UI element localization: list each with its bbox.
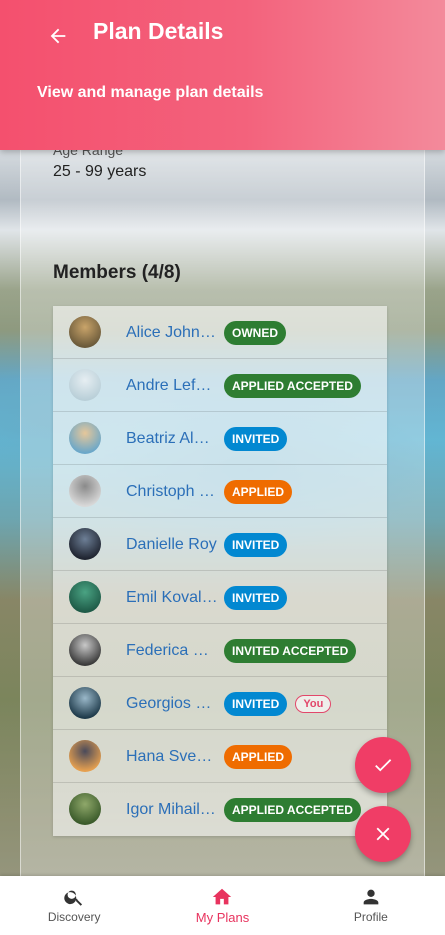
member-status-chips: APPLIED: [224, 465, 293, 518]
members-heading: Members (4/8): [53, 262, 181, 283]
arrow-back-icon: [50, 28, 66, 44]
member-name[interactable]: Alice John…: [126, 306, 218, 359]
avatar: [69, 316, 101, 348]
member-name[interactable]: Danielle Roy: [126, 518, 218, 571]
status-badge: APPLIED ACCEPTED: [224, 373, 361, 398]
member-status-chips: INVITED: [224, 412, 288, 465]
page-subtitle: View and manage plan details: [37, 84, 264, 101]
member-status-chips: INVITED ACCEPTED: [224, 624, 357, 677]
status-badge: INVITED: [224, 426, 288, 451]
member-name[interactable]: Emil Koval…: [126, 571, 218, 624]
nav-item-my-plans[interactable]: My Plans: [148, 876, 296, 935]
home-icon: [213, 888, 232, 905]
status-badge: INVITED: [224, 691, 288, 716]
status-badge: INVITED ACCEPTED: [224, 638, 357, 663]
member-row[interactable]: Hana Sven… APPLIED: [53, 730, 387, 783]
status-badge: OWNED: [224, 320, 286, 345]
member-name[interactable]: Igor Mihail…: [126, 783, 218, 836]
avatar: [69, 475, 101, 507]
member-row[interactable]: Emil Koval… INVITED: [53, 571, 387, 624]
member-row[interactable]: Federica R… INVITED ACCEPTED: [53, 624, 387, 677]
member-status-chips: INVITED: [224, 571, 288, 624]
member-row[interactable]: Alice John… OWNED: [53, 306, 387, 359]
member-row[interactable]: Igor Mihail… APPLIED ACCEPTED: [53, 783, 387, 836]
avatar: [69, 687, 101, 719]
person-icon: [363, 889, 379, 905]
app-header: Plan Details View and manage plan detail…: [0, 0, 445, 150]
member-status-chips: APPLIED: [224, 730, 293, 783]
status-badge: APPLIED: [224, 479, 293, 504]
status-badge: INVITED: [224, 532, 288, 557]
member-name[interactable]: Andre Lefe…: [126, 359, 218, 412]
member-row[interactable]: Danielle Roy INVITED: [53, 518, 387, 571]
member-name[interactable]: Christoph …: [126, 465, 218, 518]
status-badge: APPLIED: [224, 744, 293, 769]
member-row[interactable]: Andre Lefe… APPLIED ACCEPTED: [53, 359, 387, 412]
member-row[interactable]: Christoph … APPLIED: [53, 465, 387, 518]
accept-fab-button[interactable]: [355, 737, 411, 793]
avatar: [69, 634, 101, 666]
back-button[interactable]: [44, 22, 72, 50]
member-name[interactable]: Beatriz Al…: [126, 412, 218, 465]
member-status-chips: APPLIED ACCEPTED: [224, 783, 361, 836]
avatar: [69, 793, 101, 825]
search-icon: [64, 890, 83, 906]
member-name[interactable]: Hana Sven…: [126, 730, 218, 783]
avatar: [69, 528, 101, 560]
nav-item-discovery[interactable]: Discovery: [0, 876, 148, 935]
member-row[interactable]: Georgios … INVITED You: [53, 677, 387, 730]
avatar: [69, 581, 101, 613]
nav-label-discovery: Discovery: [47, 910, 101, 924]
member-status-chips: INVITED: [224, 518, 288, 571]
bottom-navigation: Discovery My Plans Profile: [0, 876, 445, 935]
member-status-chips: OWNED: [224, 306, 286, 359]
avatar: [69, 740, 101, 772]
check-icon: [375, 759, 392, 772]
status-badge: APPLIED ACCEPTED: [224, 797, 361, 822]
member-name[interactable]: Federica R…: [126, 624, 218, 677]
nav-label-profile: Profile: [353, 910, 388, 924]
page-title: Plan Details: [93, 18, 224, 44]
avatar: [69, 369, 101, 401]
reject-fab-button[interactable]: [355, 806, 411, 862]
member-row[interactable]: Beatriz Al… INVITED: [53, 412, 387, 465]
member-status-chips: INVITED You: [224, 677, 332, 730]
status-badge: INVITED: [224, 585, 288, 610]
member-name[interactable]: Georgios …: [126, 677, 218, 730]
members-list: Alice John… OWNED Andre Lefe… APPLIED ACCEP…: [53, 306, 387, 836]
age-range-value: 25 - 99 years: [53, 163, 147, 180]
member-status-chips: APPLIED ACCEPTED: [224, 359, 361, 412]
you-badge: You: [295, 694, 332, 713]
nav-label-my-plans: My Plans: [195, 910, 250, 925]
avatar: [69, 422, 101, 454]
close-icon: [376, 827, 390, 841]
nav-item-profile[interactable]: Profile: [297, 876, 445, 935]
